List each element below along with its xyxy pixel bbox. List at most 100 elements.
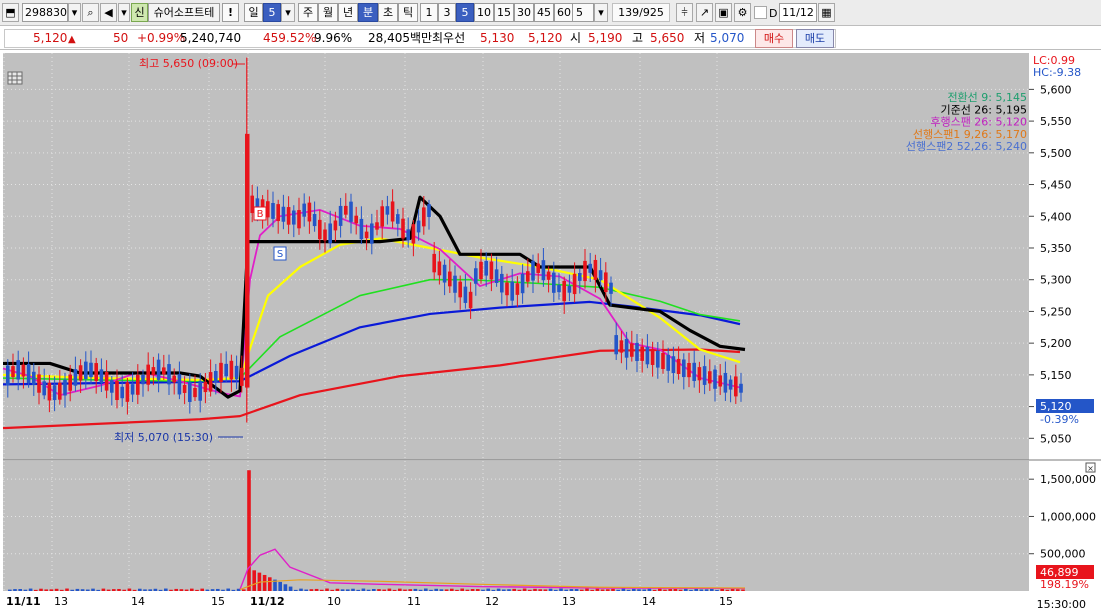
time-label: 12 xyxy=(485,595,499,608)
period-month-button[interactable]: 월 xyxy=(318,3,338,22)
candle-body xyxy=(500,273,504,293)
candle-body xyxy=(666,354,670,371)
gear-icon[interactable]: ⚙ xyxy=(734,3,751,22)
interval-dropdown-icon[interactable]: ▾ xyxy=(594,3,608,22)
volume-bar xyxy=(148,589,152,591)
volume-bar xyxy=(158,589,163,591)
save-icon[interactable]: ▣ xyxy=(715,3,732,22)
volume-bar xyxy=(512,588,516,591)
buy-button[interactable]: 매수 xyxy=(755,29,793,48)
volume-bar xyxy=(606,589,610,591)
volume-bar xyxy=(418,589,423,591)
candle-body xyxy=(115,380,119,401)
period-minute-button[interactable]: 분 xyxy=(358,3,378,22)
candle-body xyxy=(635,342,639,362)
period-day-button[interactable]: 일 xyxy=(244,3,263,22)
layout-icon[interactable]: ⬒ xyxy=(2,3,19,22)
chart-area[interactable]: 5,600 5,550 5,500 5,450 5,400 5,350 5,300 5,250… xyxy=(0,51,1101,615)
interval-button-3[interactable]: 3 xyxy=(438,3,456,22)
volume-bar xyxy=(413,588,418,591)
best-ask-label: 최우선 xyxy=(432,31,466,45)
time-label: 14 xyxy=(131,595,145,608)
interval-input[interactable]: 5 xyxy=(572,3,594,22)
volume-bar xyxy=(96,589,100,591)
legend-item: 기준선 26: 5,195 xyxy=(940,103,1027,116)
volume-bar xyxy=(70,589,74,591)
candle-body xyxy=(281,206,286,222)
candle-body xyxy=(437,261,442,276)
candle-body xyxy=(146,364,150,385)
volume-bar xyxy=(106,589,111,591)
interval-button-1[interactable]: 1 xyxy=(420,3,438,22)
interval-button-60[interactable]: 60 xyxy=(554,3,574,22)
sell-button[interactable]: 매도 xyxy=(796,29,834,48)
candle-body xyxy=(219,362,223,383)
candle-body xyxy=(162,367,166,375)
volume-bar xyxy=(548,588,553,591)
code-dropdown-icon[interactable]: ▾ xyxy=(68,3,81,22)
volume-bar xyxy=(190,588,194,591)
change-value: 50 xyxy=(113,31,129,45)
candle-body xyxy=(167,364,171,385)
candle-body xyxy=(94,363,98,382)
volume-bar xyxy=(574,589,579,591)
candle-icon[interactable]: ⫩ xyxy=(676,3,693,22)
date-input[interactable]: 11/12 xyxy=(779,3,817,22)
candle-body xyxy=(52,385,57,401)
volume-bar xyxy=(470,589,475,591)
candle-body xyxy=(271,202,275,219)
turnover-percent: 9.96% xyxy=(314,31,353,45)
volume-bar xyxy=(652,589,657,591)
price-panel[interactable] xyxy=(3,53,1029,460)
d-checkbox[interactable] xyxy=(754,6,767,19)
speaker-icon[interactable]: ◀ xyxy=(100,3,117,22)
volume-bar xyxy=(335,588,340,591)
candle-body xyxy=(401,218,405,239)
interval-button-10[interactable]: 10 xyxy=(474,3,494,22)
time-label: 15 xyxy=(719,595,733,608)
table-icon[interactable] xyxy=(7,71,23,85)
volume-bar xyxy=(704,589,709,591)
volume-bar xyxy=(663,589,667,591)
interval-button-5[interactable]: 5 xyxy=(456,3,474,22)
candle-body xyxy=(546,271,551,280)
period-tick-button[interactable]: 틱 xyxy=(398,3,418,22)
period-year-button[interactable]: 년 xyxy=(338,3,358,22)
time-now: 15:30:00 xyxy=(1037,598,1086,611)
search-icon[interactable]: ⌕ xyxy=(82,3,99,22)
volume-bar xyxy=(465,589,470,591)
calendar-icon[interactable]: ▦ xyxy=(818,3,835,22)
volume-panel[interactable] xyxy=(3,461,1029,591)
volume-bar xyxy=(496,588,501,591)
candle-body xyxy=(604,272,608,293)
period-dropdown-icon[interactable]: ▾ xyxy=(281,3,295,22)
stock-code-input[interactable]: 298830 xyxy=(22,3,68,22)
candle-body xyxy=(510,281,514,301)
volume-bar xyxy=(689,589,693,591)
candle-body xyxy=(99,369,104,383)
candle-body xyxy=(266,201,270,218)
line-tool-icon[interactable]: ↗ xyxy=(696,3,713,22)
candle-body xyxy=(526,271,530,282)
period-second-button[interactable]: 초 xyxy=(378,3,398,22)
volume-bar xyxy=(710,588,714,591)
interval-button-15[interactable]: 15 xyxy=(494,3,514,22)
candle-body xyxy=(474,268,478,284)
candle-body xyxy=(302,203,306,217)
speaker-dropdown-icon[interactable]: ▾ xyxy=(118,3,130,22)
alert-button[interactable]: ! xyxy=(222,3,239,22)
volume-bar xyxy=(309,589,314,591)
volume-bar xyxy=(678,589,683,591)
legend-item: 후행스팬 26: 5,120 xyxy=(930,116,1027,129)
period-count-button[interactable]: 5 xyxy=(263,3,281,22)
period-week-button[interactable]: 주 xyxy=(298,3,318,22)
close-icon-glyph: × xyxy=(1087,464,1094,473)
interval-button-30[interactable]: 30 xyxy=(514,3,534,22)
interval-button-45[interactable]: 45 xyxy=(534,3,554,22)
candle-body xyxy=(734,376,738,397)
candle-body xyxy=(640,346,644,361)
volume-bar xyxy=(392,589,397,591)
candle-body xyxy=(427,204,431,217)
volume-bar xyxy=(476,589,480,591)
time-label: 14 xyxy=(642,595,656,608)
